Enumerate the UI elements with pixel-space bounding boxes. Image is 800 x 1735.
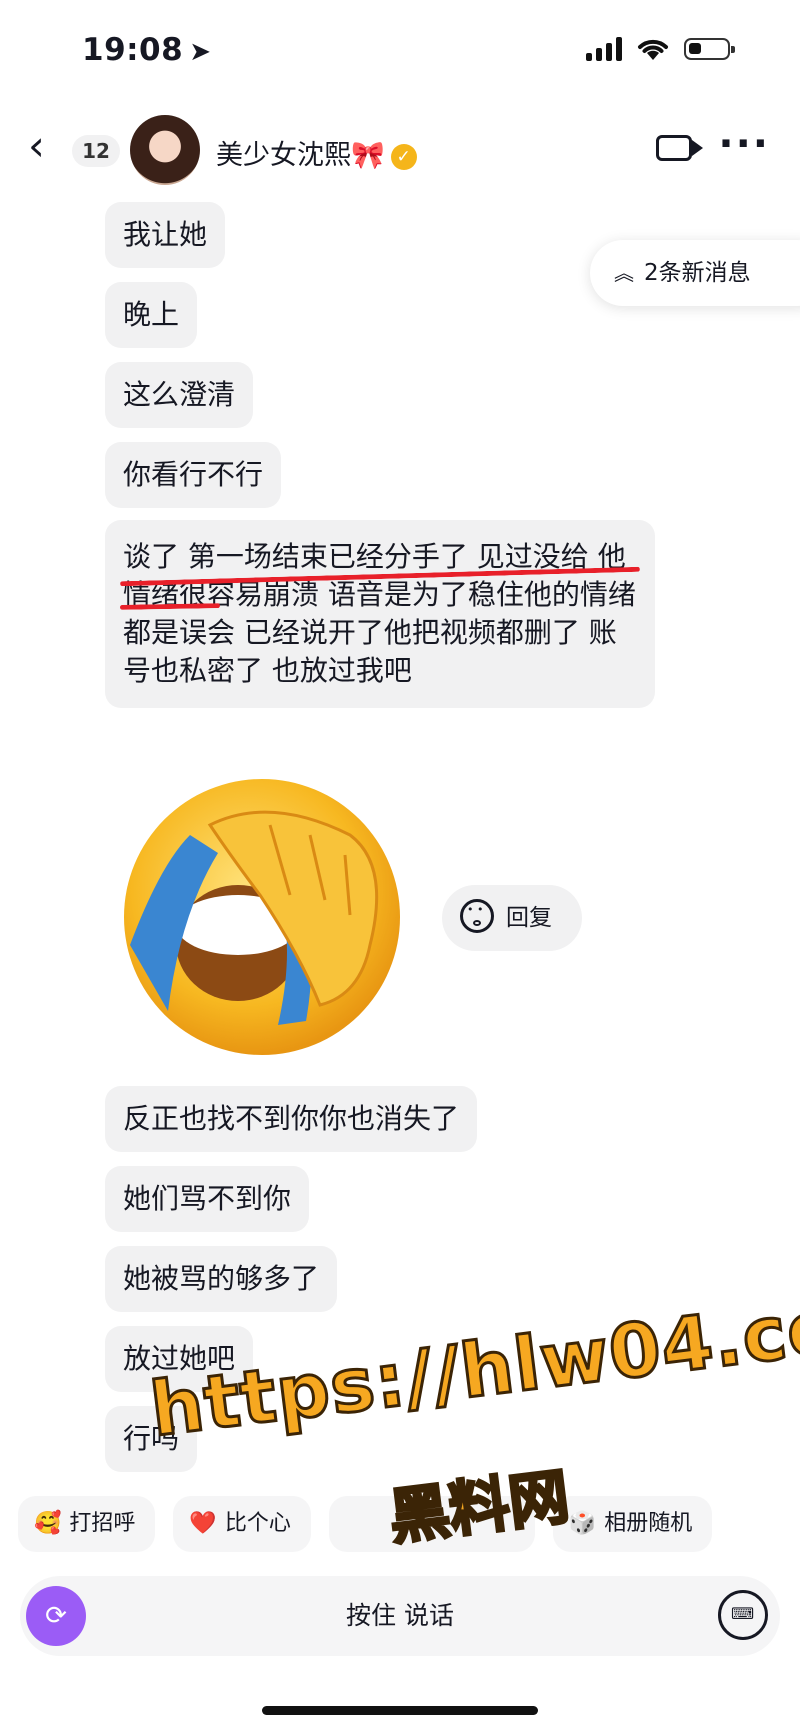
message-bubble[interactable]: 反正也找不到你你也消失了 [105, 1086, 478, 1152]
video-camera-icon[interactable] [656, 135, 703, 161]
home-indicator [262, 1706, 538, 1715]
new-messages-label: 2条新消息 [644, 260, 751, 286]
heart-icon: ❤️ [189, 1511, 217, 1536]
battery-icon [684, 38, 735, 60]
cellular-signal-icon [586, 37, 622, 61]
message-bubble[interactable]: 我让她 [105, 202, 226, 268]
time-label: 19:08 [82, 32, 184, 68]
avatar[interactable] [130, 115, 200, 185]
message-bubble[interactable]: 晚上 [105, 282, 198, 348]
input-bar: 按住 说话 ⟳ ⌨ [20, 1576, 780, 1656]
smiley-face-icon [460, 899, 494, 933]
keyboard-icon[interactable]: ⌨ [718, 1590, 768, 1640]
contact-name[interactable]: 美少女沈熙🎀 ✓ [216, 133, 417, 172]
message-bubble[interactable]: 她被骂的够多了 [105, 1246, 338, 1312]
camera-icon[interactable]: ⟳ [26, 1586, 86, 1646]
message-bubble[interactable]: 这么澄清 [105, 362, 254, 428]
message-bubble[interactable]: 她们骂不到你 [105, 1166, 310, 1232]
message-bubble-long[interactable]: 谈了 第一场结束已经分手了 见过没给 他情绪很容易崩溃 语音是为了稳住他的情绪 … [105, 520, 655, 708]
hold-to-talk-button[interactable]: 按住 说话 [20, 1576, 780, 1656]
status-icons [586, 36, 735, 62]
wifi-icon [638, 39, 668, 60]
status-time: 19:08 ➤ [82, 32, 211, 68]
new-messages-pill[interactable]: ︽ 2条新消息 [590, 240, 800, 306]
chip-label: 相册随机 [604, 1511, 693, 1536]
reply-button[interactable]: 回复 [442, 885, 582, 951]
reply-label: 回复 [506, 905, 552, 931]
chip-label: 比个心 [224, 1511, 291, 1536]
quick-reply-heart[interactable]: ❤️ 比个心 [173, 1496, 311, 1552]
more-dots-icon[interactable]: ··· [718, 121, 770, 167]
quick-reply-greet[interactable]: 🥰 打招呼 [18, 1496, 156, 1552]
location-arrow-icon: ➤ [189, 37, 212, 67]
message-bubble[interactable]: 你看行不行 [105, 442, 282, 508]
dice-icon: 🎲 [568, 1511, 597, 1536]
quick-reply-bar: 🥰 打招呼 ❤️ 比个心 🎲 相册随机 [18, 1496, 713, 1552]
chevron-left-icon[interactable]: ‹ [28, 125, 45, 167]
chip-label: 打招呼 [69, 1511, 136, 1536]
facepalm-emoji[interactable] [120, 775, 405, 1060]
smiling-hearts-icon: 🥰 [34, 1511, 62, 1536]
chat-header: ‹ 12 美少女沈熙🎀 ✓ ··· [0, 105, 800, 195]
quick-reply-album[interactable]: 🎲 相册随机 [552, 1496, 713, 1552]
unread-count-badge[interactable]: 12 [72, 135, 120, 167]
verified-check-icon: ✓ [390, 144, 417, 170]
contact-name-text: 美少女沈熙🎀 [216, 140, 385, 171]
double-chevron-up-icon: ︽ [614, 261, 634, 285]
